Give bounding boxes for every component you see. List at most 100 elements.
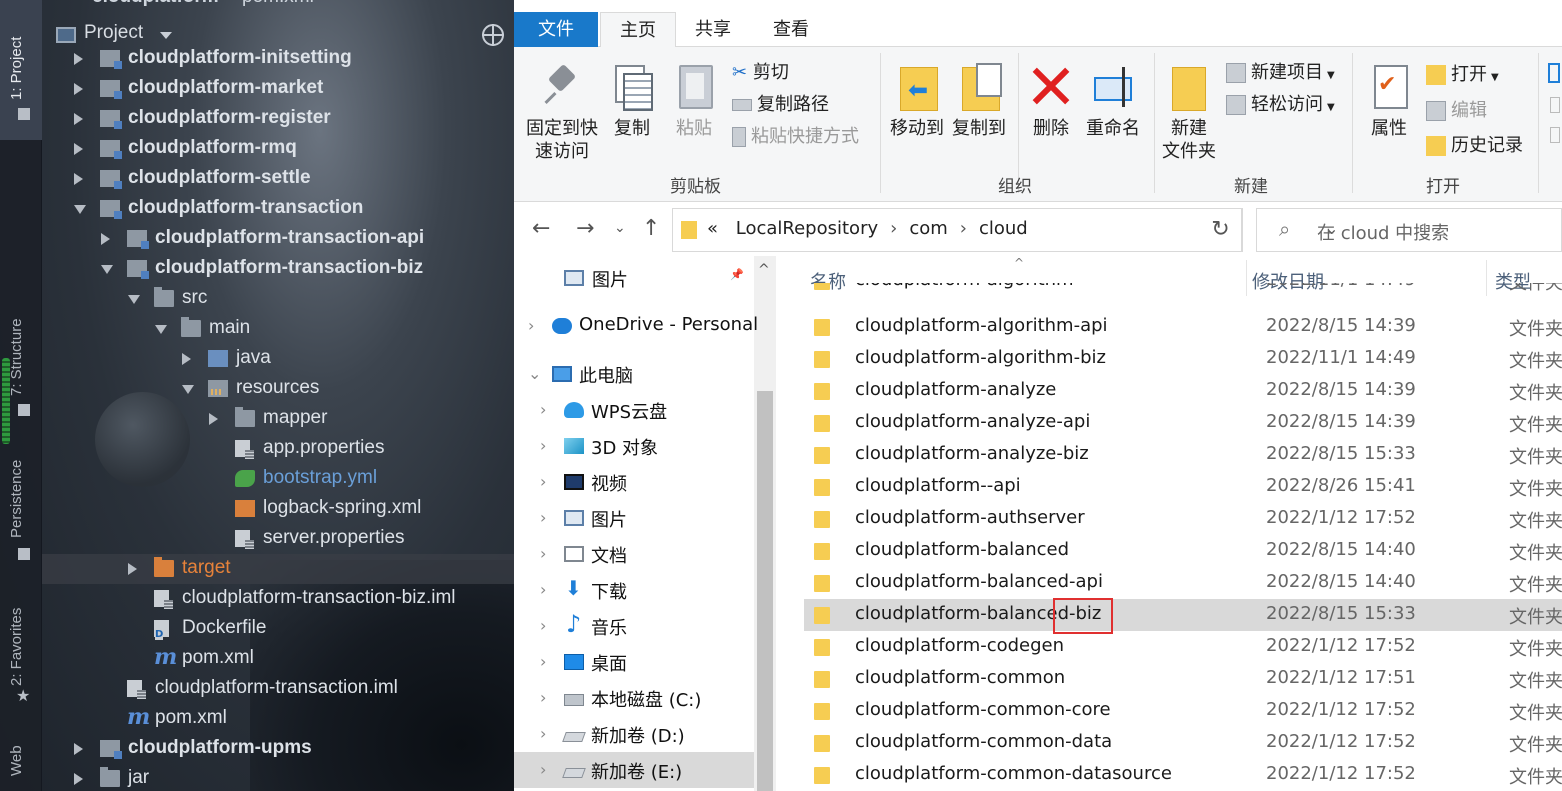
chevron-right-icon[interactable]: › <box>540 544 546 563</box>
select-none-icon[interactable] <box>1550 97 1560 113</box>
tree-node[interactable]: cloudplatform-transaction <box>42 194 514 224</box>
file-row[interactable]: cloudplatform-codegen 2022/1/12 17:52 文件夹 <box>804 631 1562 663</box>
tree-node[interactable]: server.properties <box>42 524 514 554</box>
chevron-right-icon[interactable]: › <box>540 652 546 671</box>
tool-tab-web[interactable]: Web <box>0 730 42 791</box>
collapse-right-arrow-icon[interactable] <box>209 413 218 425</box>
file-row[interactable]: cloudplatform-common 2022/1/12 17:51 文件夹 <box>804 663 1562 695</box>
expand-down-arrow-icon[interactable] <box>182 385 194 394</box>
tab-home[interactable]: 主页 <box>600 12 676 49</box>
tool-tab-persistence[interactable]: Persistence <box>0 450 42 570</box>
file-row[interactable]: cloudplatform-common-data 2022/1/12 17:52… <box>804 727 1562 759</box>
tree-node[interactable]: java <box>42 344 514 374</box>
breadcrumb-item[interactable]: com <box>909 218 947 239</box>
expand-down-arrow-icon[interactable] <box>101 265 113 274</box>
nav-item[interactable]: › 桌面 <box>514 644 754 680</box>
breadcrumb-separator-icon[interactable]: › <box>960 218 967 239</box>
file-row[interactable]: cloudplatform-authserver 2022/1/12 17:52 文… <box>804 503 1562 535</box>
collapse-right-arrow-icon[interactable] <box>74 143 83 155</box>
nav-item[interactable]: › 本地磁盘 (C:) <box>514 680 754 716</box>
collapse-right-arrow-icon[interactable] <box>128 563 137 575</box>
nav-item[interactable]: › 文档 <box>514 536 754 572</box>
collapse-right-arrow-icon[interactable] <box>74 113 83 125</box>
collapse-right-arrow-icon[interactable] <box>182 353 191 365</box>
scrollbar-thumb[interactable] <box>757 391 773 791</box>
collapse-right-arrow-icon[interactable] <box>101 233 110 245</box>
chevron-right-icon[interactable]: › <box>540 472 546 491</box>
nav-item[interactable]: 图片 📌 <box>514 260 754 296</box>
tree-node[interactable]: m pom.xml <box>42 704 514 734</box>
back-arrow-icon[interactable]: ← <box>532 216 550 241</box>
tree-node[interactable]: logback-spring.xml <box>42 494 514 524</box>
copy-button[interactable]: 复制 <box>608 61 656 140</box>
tree-node[interactable]: cloudplatform-upms <box>42 734 514 764</box>
recent-locations-chevron-icon[interactable]: ⌄ <box>614 220 626 236</box>
tree-node[interactable]: cloudplatform-transaction-api <box>42 224 514 254</box>
file-row[interactable]: cloudplatform-balanced-api 2022/8/15 14:4… <box>804 567 1562 599</box>
tree-node[interactable]: mapper <box>42 404 514 434</box>
nav-item[interactable]: › OneDrive - Personal <box>514 308 758 344</box>
tree-node[interactable]: cloudplatform-register <box>42 104 514 134</box>
chevron-right-icon[interactable]: › <box>540 724 546 743</box>
collapse-right-arrow-icon[interactable] <box>74 743 83 755</box>
tab-file[interactable]: 文件 <box>514 12 598 47</box>
file-row[interactable]: cloudplatform-common-core 2022/1/12 17:52… <box>804 695 1562 727</box>
expand-down-arrow-icon[interactable] <box>155 325 167 334</box>
collapse-right-arrow-icon[interactable] <box>74 773 83 785</box>
tree-node[interactable]: cloudplatform-transaction.iml <box>42 674 514 704</box>
address-bar[interactable]: « LocalRepository › com › cloud ⌄ <box>672 208 1338 252</box>
tool-tab-favorites[interactable]: 2: Favorites ★ <box>0 590 42 710</box>
chevron-right-icon[interactable]: › <box>528 316 534 335</box>
tree-node[interactable]: cloudplatform-initsetting <box>42 44 514 74</box>
edit-button[interactable]: 编辑 <box>1426 97 1487 125</box>
chevron-right-icon[interactable]: › <box>540 436 546 455</box>
scroll-up-icon[interactable]: ^ <box>758 262 770 278</box>
select-all-icon[interactable] <box>1548 63 1560 83</box>
chevron-right-icon[interactable]: › <box>540 508 546 527</box>
file-row[interactable]: cloudplatform-algorithm 2022/11/1 14:49 文件… <box>804 283 1562 297</box>
nav-pane-scrollbar[interactable]: ^ <box>754 256 776 791</box>
tree-node[interactable]: cloudplatform-settle <box>42 164 514 194</box>
tool-tab-project[interactable]: 1: Project <box>0 0 42 140</box>
chevron-down-icon[interactable] <box>160 32 172 39</box>
project-view-title[interactable]: Project <box>84 22 143 44</box>
properties-button[interactable]: 属性 <box>1364 61 1414 140</box>
nav-item[interactable]: › 视频 <box>514 464 754 500</box>
pin-quick-access-button[interactable]: 固定到快 速访问 <box>524 61 600 163</box>
copy-path-button[interactable]: 复制路径 <box>732 91 829 119</box>
tool-tab-structure[interactable]: 7: Structure <box>0 300 42 420</box>
tree-node[interactable]: m pom.xml <box>42 644 514 674</box>
chevron-right-icon[interactable]: › <box>540 616 546 635</box>
collapse-right-arrow-icon[interactable] <box>74 173 83 185</box>
tree-node[interactable]: src <box>42 284 514 314</box>
paste-button[interactable]: 粘贴 <box>670 61 718 140</box>
tree-node[interactable]: cloudplatform-market <box>42 74 514 104</box>
chevron-down-icon[interactable]: ⌄ <box>528 364 541 383</box>
file-row[interactable]: cloudplatform-common-datasource 2022/1/12… <box>804 759 1562 791</box>
file-row[interactable]: cloudplatform-balanced 2022/8/15 14:40 文件夹 <box>804 535 1562 567</box>
breadcrumb-separator-icon[interactable]: › <box>890 218 897 239</box>
file-row[interactable]: cloudplatform-analyze-api 2022/8/15 14:39… <box>804 407 1562 439</box>
delete-button[interactable]: 删除 <box>1024 61 1078 140</box>
chevron-right-icon[interactable]: › <box>540 760 546 779</box>
nav-item[interactable]: › 音乐 <box>514 608 754 644</box>
refresh-icon[interactable]: ↻ <box>1199 208 1243 252</box>
forward-arrow-icon[interactable]: → <box>576 216 594 241</box>
tab-share[interactable]: 共享 <box>682 12 744 48</box>
file-row[interactable]: cloudplatform-algorithm-api 2022/8/15 14:… <box>804 311 1562 343</box>
expand-down-arrow-icon[interactable] <box>128 295 140 304</box>
easy-access-button[interactable]: 轻松访问 ▼ <box>1226 91 1335 119</box>
tree-node[interactable]: cloudplatform-transaction-biz <box>42 254 514 284</box>
up-arrow-icon[interactable]: ↑ <box>642 216 660 241</box>
copy-to-button[interactable]: 复制到 <box>950 61 1008 140</box>
chevron-right-icon[interactable]: › <box>540 688 546 707</box>
chevron-right-icon[interactable]: › <box>540 400 546 419</box>
nav-item[interactable]: › WPS云盘 <box>514 392 754 428</box>
nav-item[interactable]: › 3D 对象 <box>514 428 754 464</box>
chevron-right-icon[interactable]: › <box>540 580 546 599</box>
locate-file-icon[interactable] <box>482 24 504 46</box>
breadcrumb-item[interactable]: LocalRepository <box>736 218 878 239</box>
nav-item[interactable]: ⌄ 此电脑 <box>514 356 754 392</box>
cut-button[interactable]: ✂ 剪切 <box>732 59 789 87</box>
rename-button[interactable]: 重命名 <box>1084 61 1142 140</box>
